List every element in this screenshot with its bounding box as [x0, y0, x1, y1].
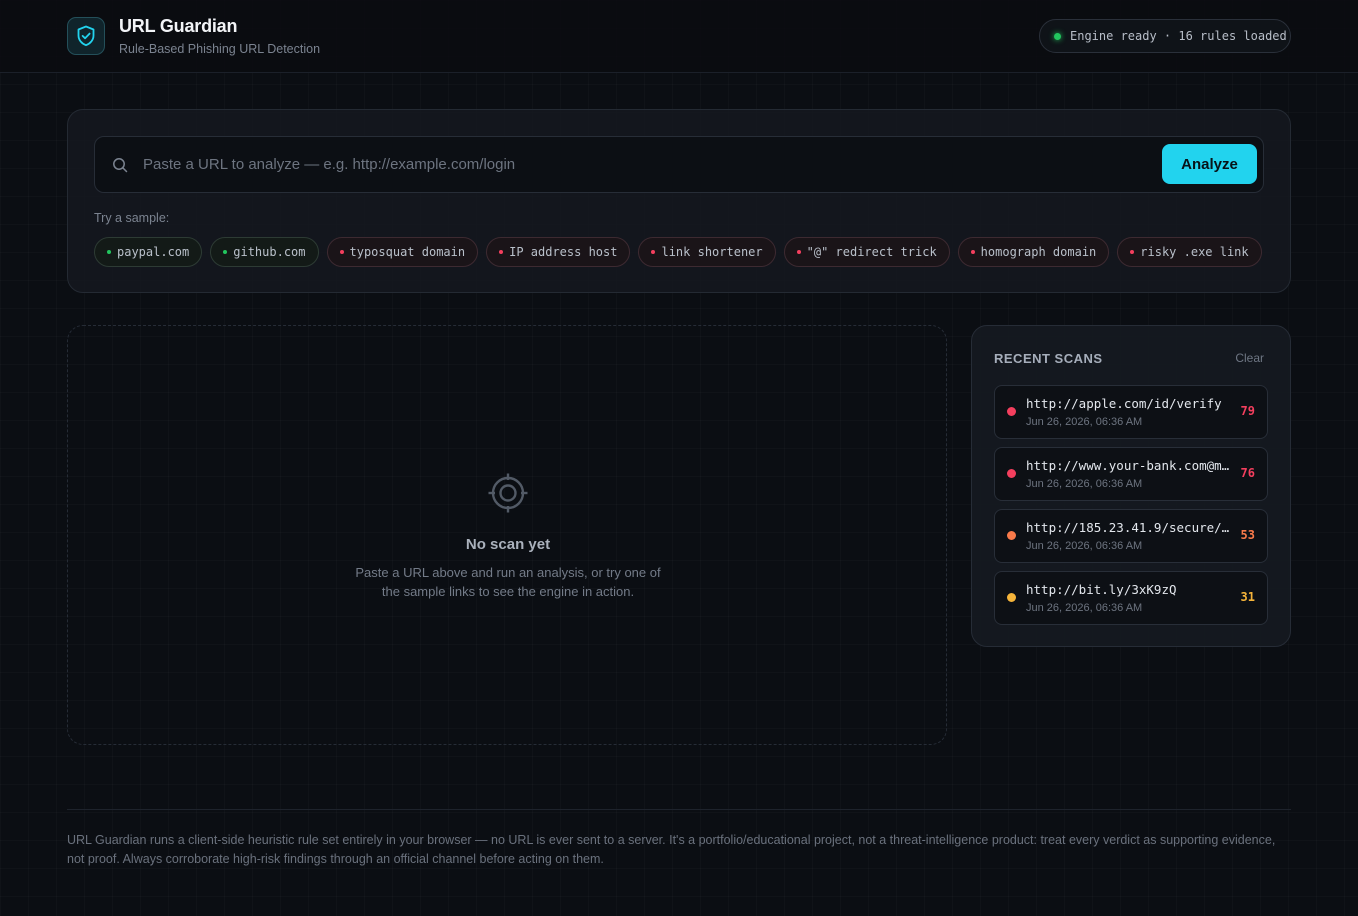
status-dot-icon	[1054, 32, 1061, 40]
scan-url: http://185.23.41.9/secure/login	[1026, 520, 1231, 535]
clear-history-button[interactable]: Clear	[1235, 351, 1264, 365]
risk-dot-icon	[796, 250, 801, 254]
risk-dot-icon	[1007, 531, 1016, 540]
scan-url: http://apple.com/id/verify	[1026, 396, 1222, 411]
recent-scans-panel: RECENT SCANS Clear http://apple.com/id/v…	[971, 325, 1291, 647]
scan-time: Jun 26, 2026, 06:36 AM	[1026, 602, 1143, 614]
search-box: Analyze	[94, 136, 1264, 193]
app-title: URL Guardian	[119, 16, 238, 36]
sample-chips: paypal.com github.com typosquat domain I…	[94, 237, 1262, 267]
scan-time: Jun 26, 2026, 06:36 AM	[1026, 478, 1143, 490]
app-header: URL Guardian Rule-Based Phishing URL Det…	[0, 0, 1358, 73]
target-icon	[488, 473, 528, 513]
sample-chip-typosquat[interactable]: typosquat domain	[326, 237, 479, 267]
sample-chip-homograph[interactable]: homograph domain	[957, 237, 1110, 267]
scan-score: 76	[1240, 466, 1255, 480]
risk-dot-icon	[499, 250, 504, 254]
recent-scan-item[interactable]: http://www.your-bank.com@malicious-site.…	[994, 447, 1268, 501]
sample-chip-exe[interactable]: risky .exe link	[1117, 237, 1262, 267]
sample-chip-shortener[interactable]: link shortener	[638, 237, 776, 267]
url-input[interactable]	[143, 137, 1153, 192]
empty-description: Paste a URL above and run an analysis, o…	[355, 565, 661, 599]
scan-score: 31	[1240, 590, 1255, 604]
risk-dot-icon	[651, 250, 656, 254]
app-subtitle: Rule-Based Phishing URL Detection	[119, 42, 321, 56]
scan-time: Jun 26, 2026, 06:36 AM	[1026, 540, 1143, 552]
scan-time: Jun 26, 2026, 06:36 AM	[1026, 416, 1143, 428]
risk-dot-icon	[1130, 250, 1135, 254]
sample-label: Try a sample:	[94, 211, 170, 225]
safe-dot-icon	[223, 250, 228, 254]
scan-score: 79	[1240, 404, 1255, 418]
warning-dot-icon	[1007, 593, 1016, 602]
analyze-button[interactable]: Analyze	[1162, 144, 1257, 184]
empty-title: No scan yet	[465, 536, 551, 553]
search-icon	[113, 158, 128, 173]
safe-dot-icon	[107, 250, 111, 254]
engine-status-badge: Engine ready · 16 rules loaded	[1039, 19, 1291, 53]
recent-scan-item[interactable]: http://185.23.41.9/secure/login Jun 26, …	[994, 509, 1268, 563]
sample-chip-paypal[interactable]: paypal.com	[94, 237, 203, 267]
recent-scan-item[interactable]: http://apple.com/id/verify Jun 26, 2026,…	[994, 385, 1268, 439]
search-card: Analyze Try a sample: paypal.com github.…	[67, 109, 1291, 293]
scan-url: http://www.your-bank.com@malicious-site.…	[1026, 458, 1231, 473]
footer-divider	[67, 809, 1291, 810]
risk-dot-icon	[339, 250, 344, 254]
engine-status-text: Engine ready · 16 rules loaded	[1070, 29, 1287, 43]
shield-check-icon	[67, 17, 105, 55]
footer-disclaimer: URL Guardian runs a client-side heuristi…	[67, 833, 1276, 866]
sample-chip-github[interactable]: github.com	[210, 237, 319, 267]
recent-scan-item[interactable]: http://bit.ly/3xK9zQ Jun 26, 2026, 06:36…	[994, 571, 1268, 625]
risk-dot-icon	[1007, 469, 1016, 478]
risk-dot-icon	[970, 250, 975, 254]
results-empty-state: No scan yet Paste a URL above and run an…	[67, 325, 947, 745]
sample-chip-at-redirect[interactable]: "@" redirect trick	[783, 237, 950, 267]
sample-chip-ip-host[interactable]: IP address host	[486, 237, 631, 267]
scan-url: http://bit.ly/3xK9zQ	[1026, 582, 1177, 597]
recent-scans-title: RECENT SCANS	[994, 351, 1103, 366]
risk-dot-icon	[1007, 407, 1016, 416]
scan-score: 53	[1240, 528, 1255, 542]
